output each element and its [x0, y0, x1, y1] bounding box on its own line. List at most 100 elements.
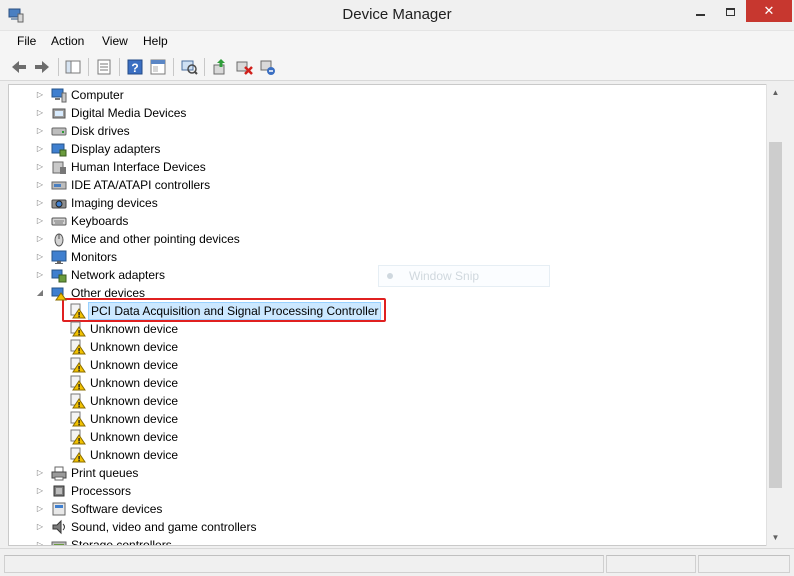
- imaging-device-icon: [51, 199, 67, 209]
- tree-item-label[interactable]: Processors: [69, 482, 133, 500]
- tree-item-label[interactable]: Unknown device: [88, 446, 180, 464]
- expand-arrow-icon[interactable]: ▷: [35, 518, 45, 536]
- unknown-device-warning-icon: [70, 321, 86, 337]
- expand-arrow-icon[interactable]: ▷: [35, 464, 45, 482]
- vertical-scrollbar[interactable]: ▲ ▼: [766, 84, 784, 546]
- forward-icon[interactable]: [32, 57, 52, 77]
- menu-view[interactable]: View: [102, 34, 128, 48]
- device-unknown[interactable]: Unknown device: [9, 320, 749, 338]
- category-ide-ata-atapi-controllers[interactable]: ▷ IDE ATA/ATAPI controllers: [9, 176, 749, 194]
- expand-arrow-icon[interactable]: ▷: [35, 230, 45, 248]
- maximize-button[interactable]: [716, 0, 744, 22]
- category-keyboards[interactable]: ▷ Keyboards: [9, 212, 749, 230]
- tree-item-label[interactable]: Sound, video and game controllers: [69, 518, 258, 536]
- menu-help[interactable]: Help: [143, 34, 168, 48]
- expand-arrow-icon[interactable]: ▷: [35, 140, 45, 158]
- category-disk-drives[interactable]: ▷ Disk drives: [9, 122, 749, 140]
- tree-item-label[interactable]: Unknown device: [88, 356, 180, 374]
- category-print-queues[interactable]: ▷ Print queues: [9, 464, 749, 482]
- device-unknown[interactable]: Unknown device: [9, 374, 749, 392]
- expand-arrow-icon[interactable]: ▷: [35, 122, 45, 140]
- tree-item-label[interactable]: IDE ATA/ATAPI controllers: [69, 176, 212, 194]
- category-digital-media-devices[interactable]: ▷ Digital Media Devices: [9, 104, 749, 122]
- other-devices-icon: [51, 287, 67, 301]
- close-button[interactable]: ✕: [746, 0, 792, 22]
- device-unknown[interactable]: Unknown device: [9, 338, 749, 356]
- scroll-down-arrow-icon[interactable]: ▼: [767, 529, 784, 546]
- help-icon[interactable]: ?: [125, 57, 145, 77]
- category-display-adapters[interactable]: ▷ Display adapters: [9, 140, 749, 158]
- console-tree-icon[interactable]: [63, 57, 83, 77]
- minimize-button[interactable]: [686, 0, 714, 22]
- hid-icon: [52, 161, 66, 174]
- expand-arrow-icon[interactable]: ▷: [35, 266, 45, 284]
- back-icon[interactable]: [9, 57, 29, 77]
- device-pci-data-acquisition[interactable]: PCI Data Acquisition and Signal Processi…: [9, 302, 749, 320]
- category-sound-video-and-game-controllers[interactable]: ▷ Sound, video and game controllers: [9, 518, 749, 536]
- device-unknown[interactable]: Unknown device: [9, 356, 749, 374]
- expand-arrow-icon[interactable]: ▷: [35, 86, 45, 104]
- update-driver-icon[interactable]: [210, 57, 230, 77]
- tree-item-label[interactable]: Unknown device: [88, 320, 180, 338]
- tree-item-label[interactable]: Print queues: [69, 464, 140, 482]
- tree-item-label[interactable]: Keyboards: [69, 212, 130, 230]
- device-unknown[interactable]: Unknown device: [9, 392, 749, 410]
- tree-item-label[interactable]: Digital Media Devices: [69, 104, 188, 122]
- status-bar: [0, 548, 794, 576]
- expand-arrow-icon[interactable]: ▷: [35, 194, 45, 212]
- category-software-devices[interactable]: ▷ Software devices: [9, 500, 749, 518]
- expand-arrow-icon[interactable]: ▷: [35, 176, 45, 194]
- tree-item-label[interactable]: Other devices: [69, 284, 147, 302]
- toolbar-separator: [204, 58, 205, 76]
- expand-arrow-icon[interactable]: ▷: [35, 158, 45, 176]
- uninstall-device-icon[interactable]: [258, 57, 278, 77]
- tree-item-label[interactable]: Software devices: [69, 500, 164, 518]
- selected-device-label[interactable]: PCI Data Acquisition and Signal Processi…: [88, 302, 382, 320]
- ghost-tooltip-label: Window Snip: [409, 269, 480, 283]
- scroll-up-arrow-icon[interactable]: ▲: [767, 84, 784, 101]
- tree-item-label[interactable]: Imaging devices: [69, 194, 160, 212]
- device-tree[interactable]: ▷ Computer ▷ Digital Media Devices ▷ Disk dri…: [8, 84, 784, 546]
- tree-item-label[interactable]: Network adapters: [69, 266, 167, 284]
- expand-arrow-icon[interactable]: ▷: [35, 104, 45, 122]
- device-unknown[interactable]: Unknown device: [9, 446, 749, 464]
- tree-item-label[interactable]: Computer: [69, 86, 126, 104]
- category-mice-and-other-pointing-devices[interactable]: ▷ Mice and other pointing devices: [9, 230, 749, 248]
- printer-icon: [51, 466, 67, 481]
- tree-item-label[interactable]: Mice and other pointing devices: [69, 230, 242, 248]
- tree-item-label[interactable]: Unknown device: [88, 338, 180, 356]
- category-storage-controllers[interactable]: ▷ Storage controllers: [9, 536, 749, 545]
- tree-item-label[interactable]: Storage controllers: [69, 536, 174, 545]
- category-imaging-devices[interactable]: ▷ Imaging devices: [9, 194, 749, 212]
- category-computer[interactable]: ▷ Computer: [9, 86, 749, 104]
- expand-arrow-icon[interactable]: ▷: [35, 212, 45, 230]
- scan-hardware-icon[interactable]: [179, 57, 199, 77]
- expand-arrow-icon[interactable]: ▷: [35, 500, 45, 518]
- category-human-interface-devices[interactable]: ▷ Human Interface Devices: [9, 158, 749, 176]
- scroll-thumb[interactable]: [769, 142, 782, 488]
- category-monitors[interactable]: ▷ Monitors: [9, 248, 749, 266]
- show-hide-icon[interactable]: [148, 57, 168, 77]
- tree-item-label[interactable]: Unknown device: [88, 392, 180, 410]
- device-unknown[interactable]: Unknown device: [9, 410, 749, 428]
- expand-arrow-icon[interactable]: ▷: [35, 536, 45, 545]
- unknown-device-warning-icon: [70, 357, 86, 373]
- collapse-arrow-icon[interactable]: ◢: [35, 284, 45, 302]
- device-unknown[interactable]: Unknown device: [9, 428, 749, 446]
- expand-arrow-icon[interactable]: ▷: [35, 482, 45, 500]
- tree-item-label[interactable]: Monitors: [69, 248, 119, 266]
- properties-icon[interactable]: [94, 57, 114, 77]
- processor-icon: [53, 485, 65, 497]
- tree-item-label[interactable]: Unknown device: [88, 374, 180, 392]
- expand-arrow-icon[interactable]: ▷: [35, 248, 45, 266]
- tree-item-label[interactable]: Unknown device: [88, 410, 180, 428]
- window-title: Device Manager: [342, 6, 452, 23]
- tree-item-label[interactable]: Disk drives: [69, 122, 132, 140]
- category-processors[interactable]: ▷ Processors: [9, 482, 749, 500]
- disable-device-icon[interactable]: [234, 57, 254, 77]
- tree-item-label[interactable]: Display adapters: [69, 140, 162, 158]
- tree-item-label[interactable]: Human Interface Devices: [69, 158, 208, 176]
- menu-file[interactable]: File: [17, 34, 36, 48]
- menu-action[interactable]: Action: [51, 34, 84, 48]
- tree-item-label[interactable]: Unknown device: [88, 428, 180, 446]
